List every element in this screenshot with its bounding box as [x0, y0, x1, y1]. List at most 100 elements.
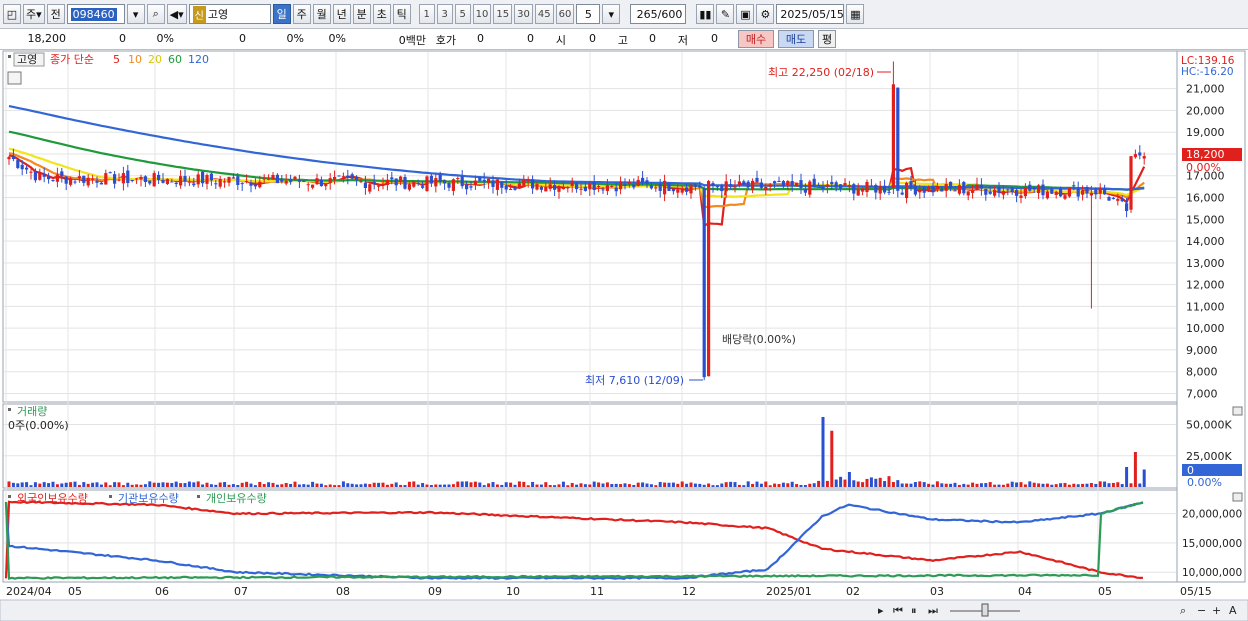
- legend-ma60: 60: [168, 53, 182, 66]
- volume-bar: [918, 481, 922, 487]
- candle-body: [1081, 190, 1085, 195]
- candle-body: [245, 181, 249, 183]
- volume-bar: [192, 482, 196, 487]
- volume-bar: [927, 483, 931, 487]
- volume-bar: [839, 476, 843, 487]
- volume-bar: [588, 484, 592, 487]
- candle-body: [918, 190, 922, 193]
- volume-panel-marker-icon: [8, 408, 11, 411]
- volume-tick-label: 25,000K: [1186, 450, 1232, 463]
- volume-bar: [333, 485, 337, 487]
- scroll-pause-icon[interactable]: ⏸: [911, 604, 917, 617]
- volume-bar: [773, 483, 777, 487]
- candle-body: [429, 175, 433, 184]
- candle-body: [421, 186, 425, 188]
- candle-body: [535, 184, 539, 190]
- candle-body: [333, 176, 337, 180]
- volume-bar: [891, 482, 895, 487]
- candle-body: [271, 174, 275, 180]
- candle-body: [680, 188, 684, 193]
- holding-panel-marker-icon: [8, 495, 11, 498]
- volume-bar: [363, 483, 367, 487]
- volume-bar: [346, 483, 350, 487]
- volume-bar: [707, 483, 711, 487]
- volume-bar: [539, 484, 543, 487]
- volume-bar: [302, 484, 306, 487]
- candle-body: [460, 176, 464, 187]
- candle-body: [526, 179, 530, 182]
- scroll-right-icon[interactable]: ▸: [878, 604, 884, 617]
- volume-bar: [421, 483, 425, 487]
- scroll-end-icon[interactable]: ⏭: [928, 604, 938, 617]
- candle-body: [935, 185, 939, 190]
- volume-bar: [852, 480, 856, 487]
- candle-body: [465, 184, 469, 190]
- candle-body: [1063, 195, 1067, 199]
- volume-bar: [1094, 483, 1098, 487]
- volume-bar: [1120, 484, 1124, 487]
- candle-body: [755, 177, 759, 182]
- candle-body: [1076, 188, 1080, 197]
- volume-bar: [1023, 484, 1027, 487]
- candle-body: [852, 184, 856, 194]
- volume-bar: [1067, 484, 1071, 487]
- candle-body: [201, 171, 205, 184]
- volume-bar: [975, 483, 979, 487]
- volume-bar: [746, 481, 750, 487]
- x-tick-label: 07: [234, 585, 248, 598]
- candle-body: [671, 188, 675, 192]
- x-tick-label: 12: [682, 585, 696, 598]
- volume-bar: [940, 483, 944, 487]
- plus-icon[interactable]: +: [1212, 604, 1221, 617]
- candle-body: [667, 183, 671, 191]
- volume-bar: [1116, 482, 1120, 487]
- volume-bar: [548, 485, 552, 487]
- zoom-out-icon[interactable]: ⌕: [1180, 604, 1186, 617]
- candle-body: [971, 190, 975, 193]
- candle-body: [759, 182, 763, 188]
- volume-bar: [592, 481, 596, 487]
- font-size-icon[interactable]: A: [1229, 604, 1237, 617]
- holding-close-icon[interactable]: [1232, 492, 1243, 502]
- candle-body: [614, 187, 618, 192]
- volume-bar: [1045, 483, 1049, 487]
- table-toggle-icon[interactable]: [7, 71, 22, 85]
- volume-bar: [913, 482, 917, 487]
- candle-body: [561, 187, 565, 190]
- candle-body: [77, 176, 81, 179]
- candle-body: [1001, 191, 1005, 195]
- legend-separator-2-icon: [197, 495, 200, 498]
- volume-close-icon[interactable]: [1232, 406, 1243, 416]
- stock-chart: 7,000 8,000 9,000 10,000 11,000 12,000 13,000 1…: [0, 50, 1248, 621]
- x-tick-label: 09: [428, 585, 442, 598]
- volume-bar: [944, 483, 948, 487]
- candle-body: [372, 181, 376, 184]
- scroll-start-icon[interactable]: ⏮: [893, 604, 903, 617]
- volume-bar: [553, 485, 557, 487]
- candle-body: [82, 175, 86, 183]
- volume-bar: [403, 485, 407, 487]
- candle-body: [223, 181, 227, 183]
- volume-bar: [803, 485, 807, 487]
- candle-body: [1037, 185, 1041, 194]
- volume-bar: [82, 482, 86, 487]
- minus-icon[interactable]: −: [1197, 604, 1206, 617]
- volume-bar: [1059, 483, 1063, 487]
- candle-body: [363, 182, 367, 188]
- candle-body: [583, 186, 587, 191]
- candle-body: [38, 172, 42, 180]
- zoom-slider-handle[interactable]: [981, 603, 989, 617]
- candle-body: [451, 179, 455, 191]
- candle-body: [729, 184, 733, 186]
- candle-body: [143, 176, 147, 183]
- volume-bar: [984, 483, 988, 487]
- candle-body: [205, 175, 209, 184]
- candle-body: [605, 185, 609, 191]
- candle-body: [781, 181, 785, 187]
- volume-bar: [1063, 482, 1067, 487]
- candle-body: [1019, 195, 1023, 198]
- candle-body: [979, 184, 983, 189]
- candle-body: [438, 174, 442, 182]
- candle-body: [957, 185, 961, 194]
- volume-bar: [500, 484, 504, 487]
